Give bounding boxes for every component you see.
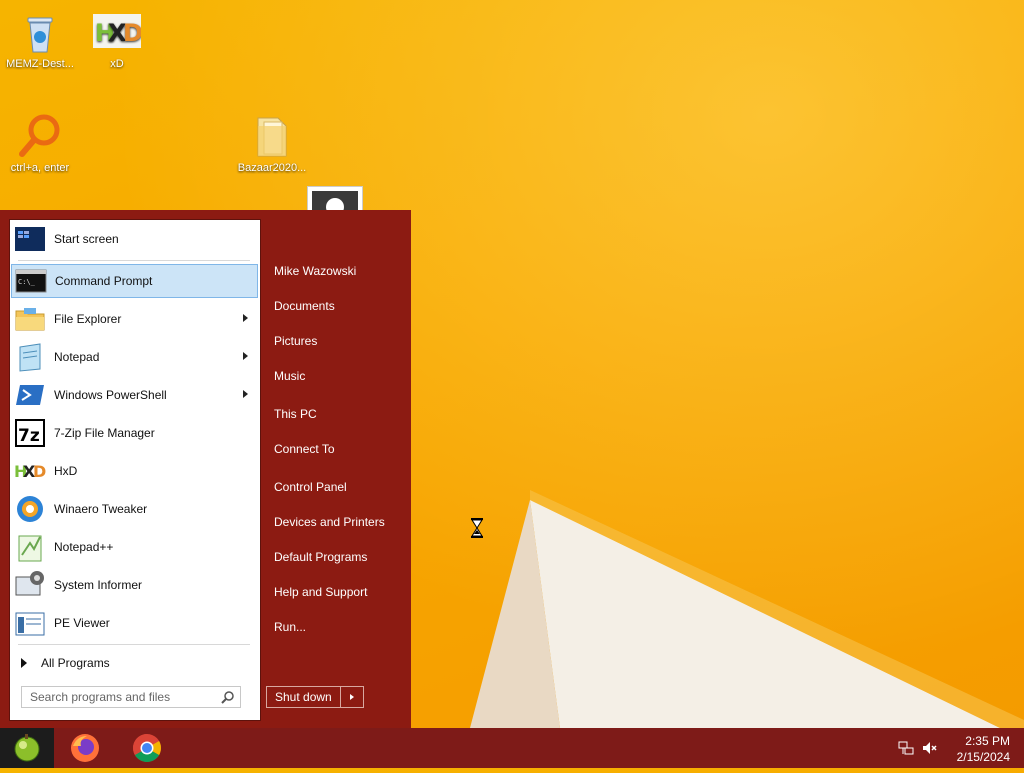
- clock-time: 2:35 PM: [965, 734, 1010, 748]
- program-notepad[interactable]: Notepad: [11, 340, 258, 374]
- program-hxd[interactable]: H X D HxD: [11, 454, 258, 488]
- search-input[interactable]: Search programs and files: [21, 686, 241, 708]
- program-label: 7-Zip File Manager: [54, 426, 155, 440]
- desktop-icon-memz[interactable]: MEMZ-Dest...: [0, 8, 80, 70]
- program-pe-viewer[interactable]: PE Viewer: [11, 606, 258, 640]
- program-label: File Explorer: [54, 312, 122, 326]
- submenu-arrow-icon: [243, 314, 248, 322]
- link-pictures[interactable]: Pictures: [274, 334, 317, 348]
- link-connect-to[interactable]: Connect To: [274, 442, 335, 456]
- desktop-icon-label: xD: [110, 58, 124, 70]
- program-command-prompt[interactable]: C:\_ Command Prompt: [11, 264, 258, 298]
- svg-text:D: D: [33, 462, 46, 481]
- programs-pane: Start screen C:\_ Command Prompt File Ex…: [9, 219, 261, 721]
- chrome-icon[interactable]: [131, 732, 163, 764]
- search-placeholder: Search programs and files: [30, 690, 171, 704]
- program-file-explorer[interactable]: File Explorer: [11, 302, 258, 336]
- desktop-icon-label: ctrl+a, enter: [10, 162, 70, 174]
- svg-text:C:\_: C:\_: [18, 278, 36, 286]
- expand-arrow-icon: [21, 658, 27, 668]
- separator: [18, 260, 250, 261]
- shutdown-button[interactable]: Shut down: [267, 687, 341, 707]
- clock-date: 2/15/2024: [956, 750, 1010, 764]
- hxd-icon: H X D: [93, 14, 141, 48]
- folder-icon: [257, 117, 287, 157]
- link-devices-printers[interactable]: Devices and Printers: [274, 515, 385, 529]
- firefox-icon[interactable]: [69, 732, 101, 764]
- pe-viewer-icon: [15, 612, 45, 636]
- volume-muted-icon[interactable]: [921, 740, 937, 756]
- command-prompt-icon: C:\_: [15, 269, 47, 293]
- link-documents[interactable]: Documents: [274, 299, 335, 313]
- start-menu: Start screen C:\_ Command Prompt File Ex…: [0, 210, 411, 728]
- desktop-icon-xd[interactable]: H X D xD: [77, 8, 157, 70]
- link-music[interactable]: Music: [274, 369, 305, 383]
- shutdown-options-arrow-icon[interactable]: [341, 687, 363, 707]
- notepadpp-icon: [18, 535, 42, 562]
- link-default-programs[interactable]: Default Programs: [274, 550, 367, 564]
- program-label: PE Viewer: [54, 616, 110, 630]
- search-icon: [221, 691, 234, 704]
- separator: [18, 644, 250, 645]
- taskbar: 2:35 PM 2/15/2024: [0, 728, 1024, 768]
- submenu-arrow-icon: [243, 390, 248, 398]
- link-help-support[interactable]: Help and Support: [274, 585, 367, 599]
- winaero-icon: [17, 496, 43, 522]
- all-programs-label: All Programs: [41, 656, 110, 670]
- system-informer-icon: [15, 571, 44, 596]
- program-7zip[interactable]: 7z 7-Zip File Manager: [11, 416, 258, 450]
- program-label: Start screen: [54, 232, 119, 246]
- desktop-icon-label: Bazaar2020...: [237, 162, 307, 174]
- desktop-icon-bazaar[interactable]: Bazaar2020...: [232, 112, 312, 174]
- program-start-screen[interactable]: Start screen: [11, 222, 258, 256]
- recycle-bin-icon: [27, 17, 53, 53]
- program-label: Notepad: [54, 350, 100, 364]
- submenu-arrow-icon: [243, 352, 248, 360]
- program-label: Notepad++: [54, 540, 114, 554]
- program-label: Winaero Tweaker: [54, 502, 148, 516]
- all-programs-button[interactable]: All Programs: [11, 648, 258, 678]
- start-button[interactable]: [0, 728, 54, 768]
- hxd-icon: H X D: [14, 462, 46, 481]
- desktop-icon-label: MEMZ-Dest...: [6, 58, 74, 70]
- link-this-pc[interactable]: This PC: [274, 407, 317, 421]
- hourglass-cursor-icon: [471, 518, 483, 538]
- network-icon[interactable]: [898, 740, 914, 756]
- svg-text:D: D: [123, 19, 141, 47]
- program-label: Command Prompt: [55, 274, 153, 288]
- program-label: Windows PowerShell: [54, 388, 167, 402]
- program-notepadpp[interactable]: Notepad++: [11, 530, 258, 564]
- notepad-icon: [19, 343, 41, 372]
- program-label: HxD: [54, 464, 78, 478]
- start-orb-icon: [14, 734, 40, 762]
- link-control-panel[interactable]: Control Panel: [274, 480, 347, 494]
- link-user-folder[interactable]: Mike Wazowski: [274, 264, 356, 278]
- program-label: System Informer: [54, 578, 143, 592]
- program-winaero-tweaker[interactable]: Winaero Tweaker: [11, 492, 258, 526]
- program-system-informer[interactable]: System Informer: [11, 568, 258, 602]
- powershell-icon: [16, 385, 44, 405]
- file-explorer-icon: [15, 308, 45, 331]
- program-powershell[interactable]: Windows PowerShell: [11, 378, 258, 412]
- link-run[interactable]: Run...: [274, 620, 306, 634]
- system-clock[interactable]: 2:35 PM 2/15/2024: [957, 733, 1010, 765]
- desktop-icon-ctrl-a[interactable]: ctrl+a, enter: [0, 112, 80, 174]
- shutdown-control: Shut down: [266, 686, 364, 708]
- svg-text:7z: 7z: [18, 426, 40, 446]
- 7zip-icon: 7z: [15, 419, 45, 447]
- magnifier-icon: [19, 114, 60, 157]
- start-screen-icon: [15, 227, 45, 251]
